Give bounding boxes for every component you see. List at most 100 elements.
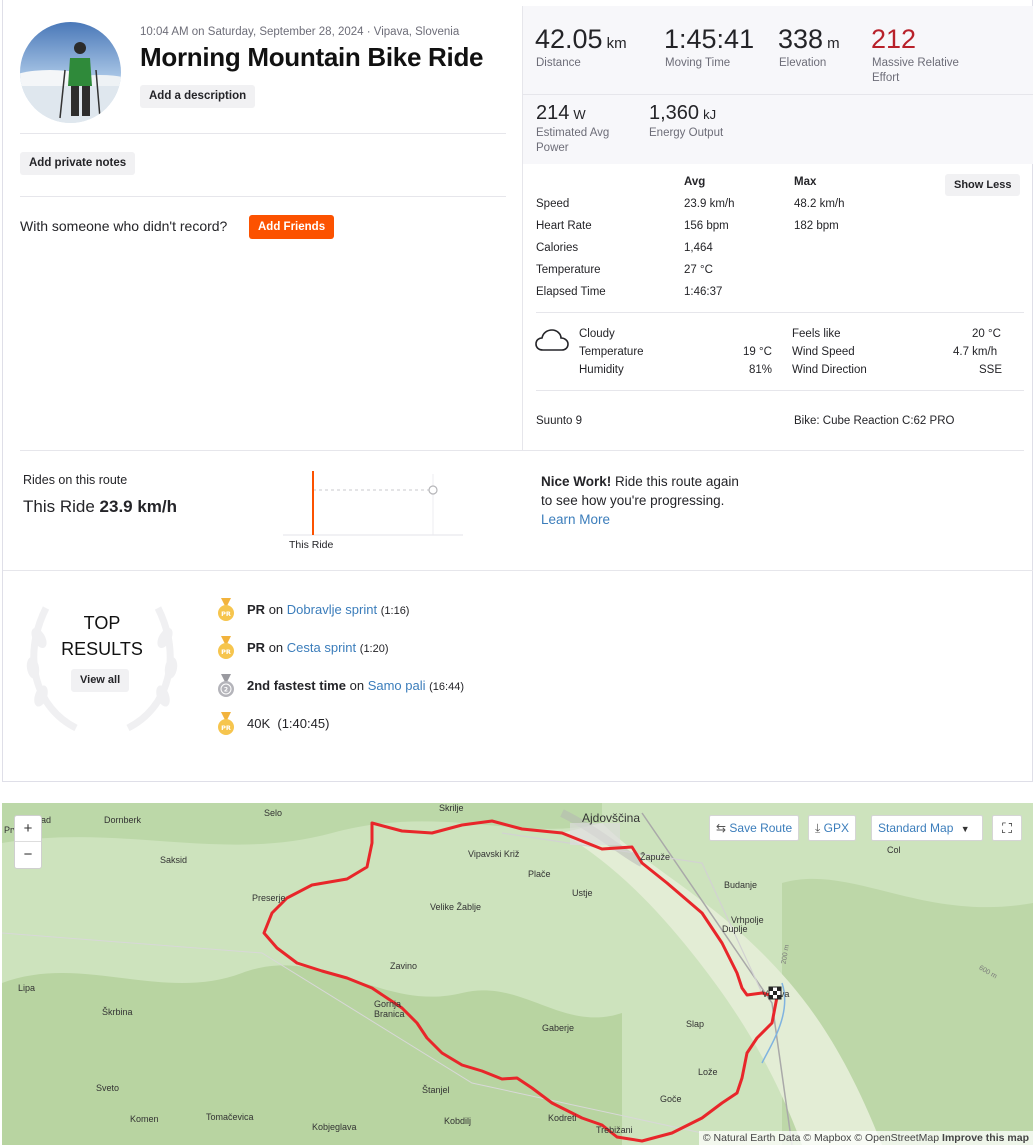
svg-text:PR: PR	[221, 724, 231, 732]
weather-temperature-value: 19 °C	[743, 346, 772, 358]
divider	[20, 133, 506, 134]
nice-work-message: Nice Work! Ride this route again to see …	[541, 474, 739, 527]
moving-time-label: Moving Time	[665, 57, 731, 69]
with-someone-text: With someone who didn't record?	[20, 218, 228, 234]
detail-row-avg: 27 °C	[684, 264, 713, 276]
divider	[3, 570, 1033, 571]
result-row: PR on Cesta sprint (1:20)	[247, 640, 389, 655]
svg-text:PR: PR	[221, 648, 231, 656]
map-type-select[interactable]: Standard Map ▼	[871, 815, 983, 841]
map-place-label: Col	[887, 845, 901, 855]
segment-link[interactable]: Dobravlje sprint	[287, 602, 377, 617]
activity-card: 10:04 AM on Saturday, September 28, 2024…	[2, 0, 1033, 782]
pr-medal-icon: PR	[216, 636, 236, 665]
result-row: 40K (1:40:45)	[247, 716, 330, 731]
energy-label: Energy Output	[649, 127, 724, 139]
divider	[536, 312, 1024, 313]
map-place-label: Zavino	[390, 961, 418, 971]
zoom-in-button[interactable]: +	[15, 816, 41, 842]
show-less-button[interactable]: Show Less	[945, 174, 1021, 196]
download-icon: ⤓	[815, 821, 821, 835]
map-place-label: Komen	[130, 1114, 159, 1124]
chevron-down-icon: ▼	[960, 824, 970, 834]
silver-medal-icon: 2	[216, 674, 236, 703]
map-place-label: Duplje	[722, 924, 748, 934]
column-avg-header: Avg	[684, 176, 706, 188]
segment-link[interactable]: Cesta sprint	[287, 640, 356, 655]
detail-row-label: Temperature	[536, 264, 601, 276]
relative-effort-value[interactable]: 212	[871, 24, 916, 55]
add-description-button[interactable]: Add a description	[140, 85, 256, 108]
route-map[interactable]: Ajdovščina Dornberk Selo Saksid Preserje…	[2, 803, 1033, 1145]
map-place-label: Štanjel	[422, 1085, 450, 1095]
power-value: 214 W	[536, 102, 586, 124]
map-place-label: Gornja Branica	[374, 999, 405, 1019]
map-place-label: Vipavski Križ	[468, 849, 520, 859]
map-place-label: Lipa	[18, 983, 36, 993]
detail-row-avg: 1:46:37	[684, 286, 723, 298]
detail-row-avg: 23.9 km/h	[684, 198, 735, 210]
learn-more-link[interactable]: Learn More	[541, 512, 610, 527]
result-row: 2nd fastest time on Samo pali (16:44)	[247, 678, 464, 693]
map-place-label: Ajdovščina	[582, 811, 641, 825]
weather-humidity-value: 81%	[749, 364, 773, 376]
map-place-label: Goče	[660, 1094, 682, 1104]
weather-condition: Cloudy	[579, 328, 615, 340]
map-place-label: Budanje	[724, 880, 758, 890]
map-place-label: Slap	[686, 1019, 705, 1029]
improve-map-link[interactable]: Improve this map	[942, 1132, 1029, 1144]
fullscreen-icon[interactable]: ⛶	[992, 815, 1022, 841]
feels-like-label: Feels like	[792, 328, 841, 340]
map-place-label: Trebižani	[596, 1125, 633, 1135]
zoom-out-button[interactable]: −	[15, 842, 41, 868]
map-place-label: Gaberje	[542, 1023, 575, 1033]
chart-this-ride-label: This Ride	[289, 539, 334, 551]
detail-row-label: Speed	[536, 198, 570, 210]
zoom-controls: + −	[14, 815, 42, 869]
bike-name: Bike: Cube Reaction C:62 PRO	[794, 415, 955, 427]
top-results-title: TOP RESULTS	[61, 613, 143, 659]
divider	[20, 450, 1024, 451]
map-place-label: Kodreti	[548, 1113, 577, 1123]
activity-title: Morning Mountain Bike Ride	[140, 42, 484, 72]
detail-row-label: Calories	[536, 242, 579, 254]
add-private-notes-button[interactable]: Add private notes	[20, 152, 136, 175]
map-place-label: Saksid	[160, 855, 188, 865]
weather-humidity-label: Humidity	[579, 364, 624, 376]
svg-text:PR: PR	[221, 610, 231, 618]
distance-label: Distance	[536, 57, 581, 69]
view-all-button[interactable]: View all	[71, 669, 130, 692]
wind-speed-label: Wind Speed	[792, 346, 855, 358]
add-friends-button[interactable]: Add Friends	[249, 215, 335, 239]
device-name: Suunto 9	[536, 415, 583, 427]
save-route-button[interactable]: ⇆ Save Route	[709, 815, 800, 841]
elevation-value: 338 m	[778, 24, 840, 54]
map-place-label: Sveto	[96, 1083, 120, 1093]
activity-datetime-location: 10:04 AM on Saturday, September 28, 2024…	[140, 26, 460, 38]
relative-effort-label: Massive Relative Effort	[872, 57, 959, 84]
detail-row-max: 182 bpm	[794, 220, 839, 232]
elevation-label: Elevation	[779, 57, 827, 69]
result-row: PR on Dobravlje sprint (1:16)	[247, 602, 410, 617]
map-place-label: Kobjeglava	[312, 1122, 357, 1132]
gpx-download-button[interactable]: ⤓ GPX	[808, 815, 856, 841]
map-place-label: Velike Žablje	[430, 902, 482, 912]
column-max-header: Max	[794, 176, 817, 188]
wind-direction-value: SSE	[979, 364, 1003, 376]
segment-link[interactable]: Samo pali	[368, 678, 426, 693]
svg-text:2: 2	[224, 687, 228, 694]
feels-like-value: 20 °C	[972, 328, 1001, 340]
athlete-avatar[interactable]	[20, 22, 121, 123]
wind-direction-label: Wind Direction	[792, 364, 867, 376]
distance-value: 42.05 km	[535, 24, 627, 54]
map-place-label: Selo	[264, 808, 283, 818]
map-place-label: Lože	[698, 1067, 718, 1077]
map-place-label: Škrbina	[102, 1007, 133, 1017]
moving-time-value: 1:45:41	[664, 24, 755, 54]
map-place-label: Dornberk	[104, 815, 142, 825]
energy-value: 1,360 kJ	[649, 102, 717, 124]
map-place-label: Plače	[528, 869, 551, 879]
divider	[523, 94, 1033, 95]
map-place-label: Ustje	[572, 888, 593, 898]
map-place-label: Preserje	[252, 893, 286, 903]
